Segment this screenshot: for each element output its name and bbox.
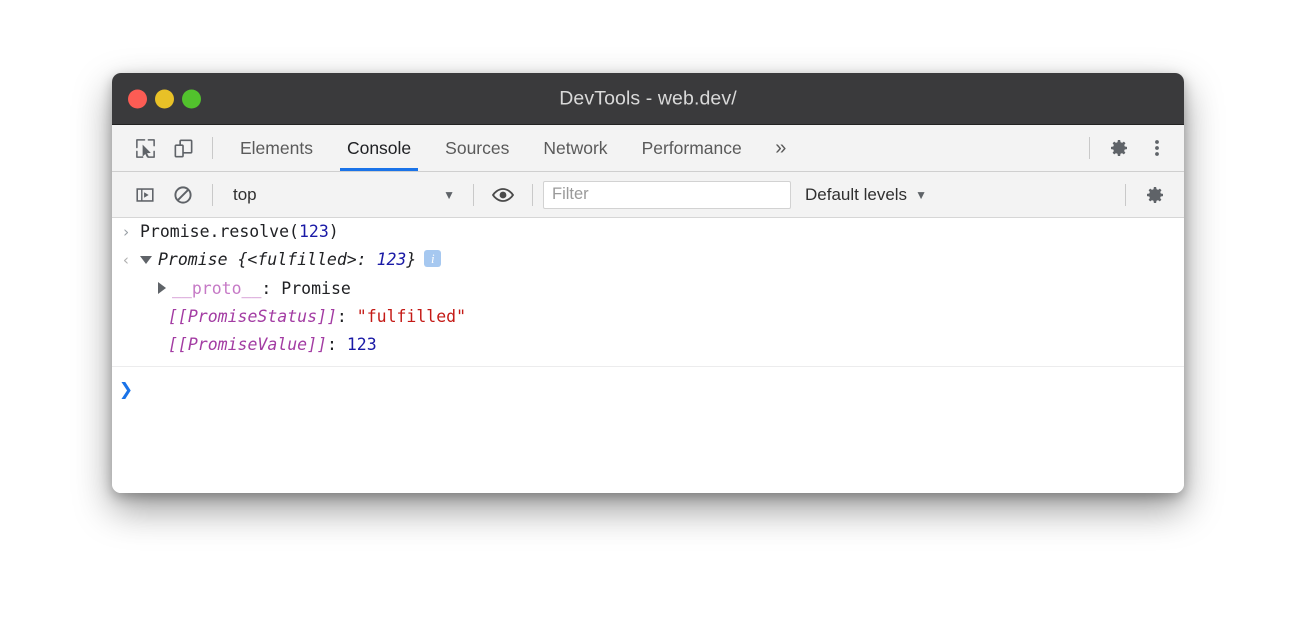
log-levels-value: Default levels bbox=[805, 185, 907, 205]
expression-prefix: Promise.resolve( bbox=[140, 222, 299, 241]
expression-suffix: ) bbox=[329, 222, 339, 241]
promise-value-row[interactable]: [[PromiseValue]]: 123 bbox=[112, 331, 1184, 359]
promise-value-value: 123 bbox=[347, 335, 377, 354]
toolbar-divider-2 bbox=[473, 184, 474, 206]
log-levels-dropdown[interactable]: Default levels ▼ bbox=[805, 185, 927, 205]
inspect-element-icon[interactable] bbox=[126, 129, 164, 167]
console-output-row[interactable]: ‹ Promise {<fulfilled>: 123} i bbox=[112, 246, 1184, 274]
eye-icon[interactable] bbox=[484, 176, 522, 214]
promise-status-key: [[PromiseStatus]] bbox=[168, 307, 337, 326]
filter-input[interactable] bbox=[543, 181, 791, 209]
tab-console[interactable]: Console bbox=[330, 125, 428, 171]
tab-sources[interactable]: Sources bbox=[428, 125, 526, 171]
gear-icon[interactable] bbox=[1100, 129, 1138, 167]
tab-performance-label: Performance bbox=[642, 138, 742, 159]
console-input-row[interactable]: › Promise.resolve(123) bbox=[112, 218, 1184, 246]
clear-console-icon[interactable] bbox=[164, 176, 202, 214]
toolbar-divider-3 bbox=[532, 184, 533, 206]
tabbar-divider-1 bbox=[212, 137, 213, 159]
output-brace-close: } bbox=[406, 250, 416, 269]
execution-context-value: top bbox=[233, 185, 443, 205]
output-brace-open: {<fulfilled>: bbox=[228, 250, 377, 269]
proto-row-content: __proto__: Promise bbox=[158, 278, 351, 300]
console-toolbar-actions bbox=[1115, 176, 1184, 214]
tab-network[interactable]: Network bbox=[526, 125, 624, 171]
input-marker-icon: › bbox=[112, 221, 140, 242]
prompt-chevron-icon: ❯ bbox=[112, 378, 140, 402]
console-output-area[interactable]: › Promise.resolve(123) ‹ Promise {<fulfi… bbox=[112, 218, 1184, 493]
toolbar-divider-1 bbox=[212, 184, 213, 206]
proto-separator: : bbox=[261, 279, 281, 298]
expression-number: 123 bbox=[299, 222, 329, 241]
devtools-window: DevTools - web.dev/ Elements Console Sou… bbox=[112, 73, 1184, 493]
expand-triangle-closed-icon[interactable] bbox=[158, 282, 166, 294]
title-bar: DevTools - web.dev/ bbox=[112, 73, 1184, 125]
toolbar-divider-4 bbox=[1125, 184, 1126, 206]
output-marker-icon: ‹ bbox=[112, 249, 140, 270]
console-settings-gear-icon[interactable] bbox=[1136, 176, 1174, 214]
proto-key: __proto__ bbox=[172, 279, 261, 298]
tab-overflow-button[interactable]: » bbox=[759, 125, 803, 171]
console-output-value[interactable]: Promise {<fulfilled>: 123} i bbox=[140, 249, 441, 271]
tab-network-label: Network bbox=[543, 138, 607, 159]
proto-row[interactable]: __proto__: Promise bbox=[112, 275, 1184, 303]
chevron-down-icon-levels: ▼ bbox=[915, 189, 927, 201]
chevron-double-right-icon: » bbox=[775, 137, 786, 160]
info-badge-icon[interactable]: i bbox=[424, 250, 441, 267]
tab-sources-label: Sources bbox=[445, 138, 509, 159]
chevron-down-icon: ▼ bbox=[443, 189, 455, 201]
promise-status-content: [[PromiseStatus]]: "fulfilled" bbox=[168, 306, 466, 328]
tab-elements[interactable]: Elements bbox=[223, 125, 330, 171]
device-toolbar-icon[interactable] bbox=[164, 129, 202, 167]
output-object-name: Promise bbox=[158, 250, 228, 269]
console-sidebar-icon[interactable] bbox=[126, 176, 164, 214]
tabbar-actions bbox=[1079, 129, 1184, 167]
console-prompt[interactable]: ❯ bbox=[112, 375, 1184, 405]
promise-status-separator: : bbox=[337, 307, 357, 326]
console-input-expression: Promise.resolve(123) bbox=[140, 221, 339, 243]
tab-console-label: Console bbox=[347, 138, 411, 159]
promise-value-key: [[PromiseValue]] bbox=[168, 335, 327, 354]
tabbar-divider-2 bbox=[1089, 137, 1090, 159]
prompt-chevron-glyph: ❯ bbox=[119, 380, 133, 400]
promise-value-content: [[PromiseValue]]: 123 bbox=[168, 334, 377, 356]
panel-tab-bar: Elements Console Sources Network Perform… bbox=[112, 125, 1184, 172]
expand-triangle-open-icon[interactable] bbox=[140, 256, 152, 264]
proto-value: Promise bbox=[281, 279, 351, 298]
more-vertical-icon[interactable] bbox=[1138, 129, 1176, 167]
console-prompt-row[interactable]: ❯ bbox=[112, 366, 1184, 405]
tab-elements-label: Elements bbox=[240, 138, 313, 159]
window-title: DevTools - web.dev/ bbox=[112, 87, 1184, 110]
console-toolbar: top ▼ Default levels ▼ bbox=[112, 172, 1184, 218]
promise-status-value: "fulfilled" bbox=[357, 307, 466, 326]
execution-context-dropdown[interactable]: top ▼ bbox=[223, 179, 463, 211]
promise-value-separator: : bbox=[327, 335, 347, 354]
tab-performance[interactable]: Performance bbox=[625, 125, 759, 171]
output-value: 123 bbox=[377, 250, 407, 269]
promise-status-row[interactable]: [[PromiseStatus]]: "fulfilled" bbox=[112, 303, 1184, 331]
